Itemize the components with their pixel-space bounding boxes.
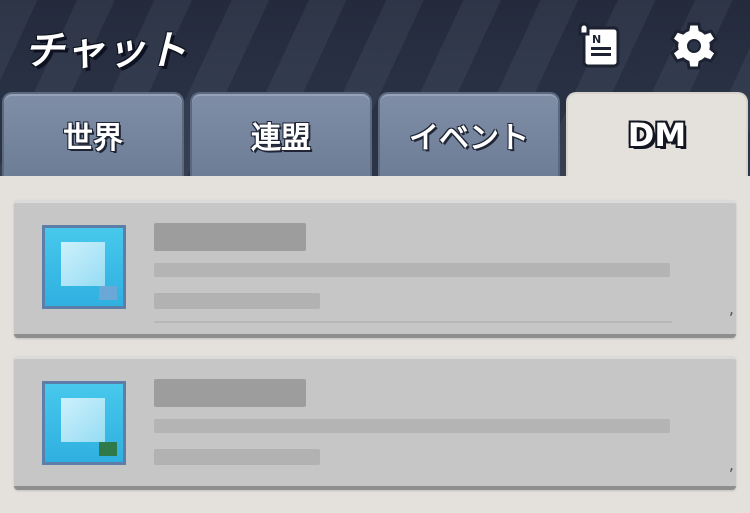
tab-dm[interactable]: DM	[566, 92, 748, 176]
dm-list: , ,	[0, 176, 750, 513]
tab-alliance[interactable]: 連盟	[190, 92, 372, 176]
tab-world[interactable]: 世界	[2, 92, 184, 176]
timestamp-redacted	[154, 293, 320, 309]
item-divider	[154, 321, 672, 323]
chat-screen: チャット N 世界 連盟 イベント DM , ,	[0, 0, 750, 513]
message-preview-redacted	[154, 263, 670, 277]
sender-name-redacted	[154, 379, 306, 407]
user-avatar	[28, 211, 154, 321]
chevron-icon: ,	[728, 299, 734, 318]
settings-button[interactable]	[666, 18, 722, 74]
tab-event-label: イベント	[409, 121, 529, 156]
tab-dm-label: DM	[627, 116, 687, 154]
timestamp-redacted	[154, 449, 320, 465]
avatar-highlight	[61, 398, 105, 442]
avatar-badge	[99, 442, 117, 456]
tab-world-label: 世界	[63, 121, 123, 156]
dm-list-item[interactable]: ,	[14, 356, 736, 490]
user-avatar	[28, 367, 154, 477]
chat-tabs: 世界 連盟 イベント DM	[0, 92, 750, 176]
avatar-highlight	[61, 242, 105, 286]
gear-icon	[670, 22, 718, 70]
tab-alliance-label: 連盟	[251, 121, 311, 156]
user-avatar-icon	[42, 381, 126, 465]
tab-event[interactable]: イベント	[378, 92, 560, 176]
notice-scroll-icon: N	[578, 22, 620, 68]
dm-list-item[interactable]: ,	[14, 200, 736, 338]
notice-button[interactable]: N	[572, 18, 628, 74]
message-preview-redacted	[154, 419, 670, 433]
sender-name-redacted	[154, 223, 306, 251]
avatar-badge	[99, 286, 117, 300]
chevron-icon: ,	[728, 455, 734, 474]
page-title: チャット	[24, 28, 188, 74]
user-avatar-icon	[42, 225, 126, 309]
svg-text:N: N	[592, 33, 601, 46]
